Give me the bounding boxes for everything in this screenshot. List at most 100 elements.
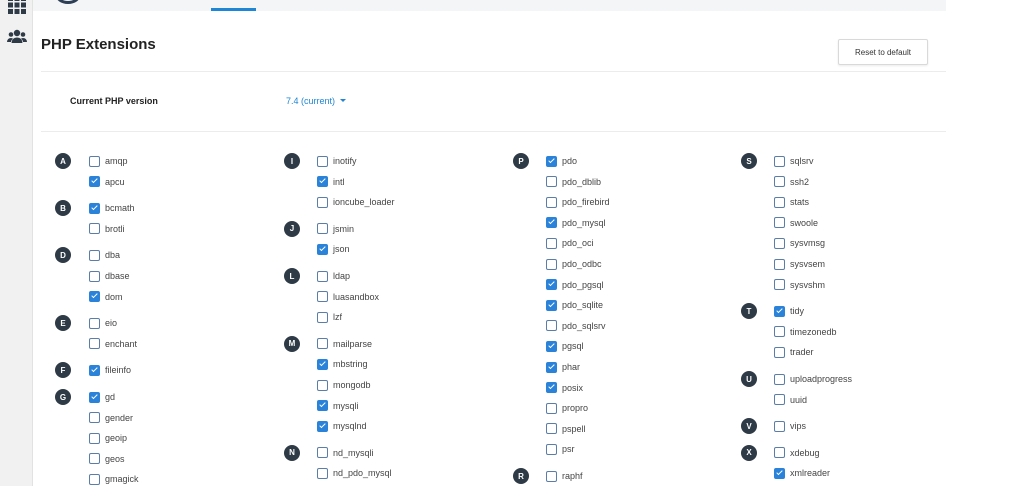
extension-item-intl[interactable]: intl <box>317 175 345 189</box>
extension-item-luasandbox[interactable]: luasandbox <box>317 290 379 304</box>
extension-checkbox[interactable] <box>546 299 557 311</box>
extension-checkbox[interactable] <box>546 470 557 482</box>
extension-checkbox[interactable] <box>546 217 557 229</box>
extension-item-pdo-pgsql[interactable]: pdo_pgsql <box>546 278 604 292</box>
extension-checkbox[interactable] <box>546 423 557 435</box>
extension-item-ldap[interactable]: ldap <box>317 269 350 283</box>
extension-checkbox[interactable] <box>317 223 328 235</box>
extension-item-pdo-sqlsrv[interactable]: pdo_sqlsrv <box>546 319 606 333</box>
extension-checkbox[interactable] <box>89 291 100 303</box>
extension-checkbox[interactable] <box>89 249 100 261</box>
extension-item-gmagick[interactable]: gmagick <box>89 472 139 486</box>
extension-item-mbstring[interactable]: mbstring <box>317 357 368 371</box>
extension-item-ssh2[interactable]: ssh2 <box>774 175 809 189</box>
extension-item-ioncube-loader[interactable]: ioncube_loader <box>317 195 395 209</box>
extension-checkbox[interactable] <box>317 196 328 208</box>
extension-checkbox[interactable] <box>774 237 785 249</box>
extension-item-sysvshm[interactable]: sysvshm <box>774 278 825 292</box>
extension-item-pdo-mysql[interactable]: pdo_mysql <box>546 216 606 230</box>
extension-checkbox[interactable] <box>317 243 328 255</box>
extension-item-geos[interactable]: geos <box>89 452 125 466</box>
extension-item-dbase[interactable]: dbase <box>89 269 130 283</box>
extension-checkbox[interactable] <box>89 317 100 329</box>
extension-item-tidy[interactable]: tidy <box>774 304 804 318</box>
extension-item-posix[interactable]: posix <box>546 381 583 395</box>
extension-item-pspell[interactable]: pspell <box>546 422 586 436</box>
extension-item-dba[interactable]: dba <box>89 248 120 262</box>
extension-item-jsmin[interactable]: jsmin <box>317 222 354 236</box>
extension-checkbox[interactable] <box>89 155 100 167</box>
extension-item-gender[interactable]: gender <box>89 411 133 425</box>
reset-to-default-button[interactable]: Reset to default <box>838 39 928 65</box>
extension-checkbox[interactable] <box>317 447 328 459</box>
extension-checkbox[interactable] <box>774 258 785 270</box>
extension-item-eio[interactable]: eio <box>89 316 117 330</box>
extension-checkbox[interactable] <box>774 467 785 479</box>
extension-item-raphf[interactable]: raphf <box>546 469 583 483</box>
extension-checkbox[interactable] <box>317 467 328 479</box>
extension-item-pdo-sqlite[interactable]: pdo_sqlite <box>546 298 603 312</box>
extension-checkbox[interactable] <box>546 196 557 208</box>
extension-checkbox[interactable] <box>317 155 328 167</box>
extension-item-uuid[interactable]: uuid <box>774 393 807 407</box>
extension-item-psr[interactable]: psr <box>546 442 575 456</box>
extension-checkbox[interactable] <box>317 420 328 432</box>
extension-item-nd-mysqli[interactable]: nd_mysqli <box>317 446 374 460</box>
extension-item-pdo-odbc[interactable]: pdo_odbc <box>546 257 602 271</box>
users-icon[interactable] <box>7 28 27 46</box>
extension-checkbox[interactable] <box>546 340 557 352</box>
extension-checkbox[interactable] <box>317 291 328 303</box>
extension-item-pdo[interactable]: pdo <box>546 154 577 168</box>
extension-checkbox[interactable] <box>546 320 557 332</box>
extension-checkbox[interactable] <box>89 223 100 235</box>
extension-checkbox[interactable] <box>317 400 328 412</box>
extension-checkbox[interactable] <box>546 382 557 394</box>
extension-item-enchant[interactable]: enchant <box>89 337 137 351</box>
extension-item-brotli[interactable]: brotli <box>89 222 125 236</box>
extension-item-propro[interactable]: propro <box>546 401 588 415</box>
extension-item-apcu[interactable]: apcu <box>89 175 125 189</box>
extension-item-pdo-firebird[interactable]: pdo_firebird <box>546 195 610 209</box>
extension-checkbox[interactable] <box>89 364 100 376</box>
extension-checkbox[interactable] <box>317 379 328 391</box>
extension-item-mailparse[interactable]: mailparse <box>317 337 372 351</box>
extension-item-lzf[interactable]: lzf <box>317 310 342 324</box>
php-version-select[interactable]: 7.4 (current) <box>286 96 347 106</box>
extension-item-pdo-dblib[interactable]: pdo_dblib <box>546 175 601 189</box>
extension-checkbox[interactable] <box>546 402 557 414</box>
extension-checkbox[interactable] <box>317 311 328 323</box>
extension-checkbox[interactable] <box>89 391 100 403</box>
extension-checkbox[interactable] <box>89 432 100 444</box>
extension-checkbox[interactable] <box>317 358 328 370</box>
extension-checkbox[interactable] <box>774 394 785 406</box>
extension-item-inotify[interactable]: inotify <box>317 154 357 168</box>
extension-item-bcmath[interactable]: bcmath <box>89 201 135 215</box>
extension-item-pgsql[interactable]: pgsql <box>546 339 584 353</box>
extension-checkbox[interactable] <box>774 373 785 385</box>
extension-item-timezonedb[interactable]: timezonedb <box>774 325 837 339</box>
extension-item-fileinfo[interactable]: fileinfo <box>89 363 131 377</box>
extension-item-sysvsem[interactable]: sysvsem <box>774 257 825 271</box>
extension-item-pdo-oci[interactable]: pdo_oci <box>546 236 594 250</box>
extension-checkbox[interactable] <box>546 155 557 167</box>
extension-checkbox[interactable] <box>774 420 785 432</box>
extension-item-nd-pdo-mysql[interactable]: nd_pdo_mysql <box>317 466 392 480</box>
extension-checkbox[interactable] <box>774 305 785 317</box>
extension-checkbox[interactable] <box>546 237 557 249</box>
extension-item-dom[interactable]: dom <box>89 290 123 304</box>
extension-checkbox[interactable] <box>317 270 328 282</box>
apps-grid-icon[interactable] <box>8 0 26 18</box>
extension-item-swoole[interactable]: swoole <box>774 216 818 230</box>
extension-item-xmlreader[interactable]: xmlreader <box>774 466 830 480</box>
extension-item-mysqlnd[interactable]: mysqlnd <box>317 419 367 433</box>
extension-checkbox[interactable] <box>317 338 328 350</box>
extension-checkbox[interactable] <box>774 447 785 459</box>
extension-item-xdebug[interactable]: xdebug <box>774 446 820 460</box>
extension-checkbox[interactable] <box>89 473 100 485</box>
extension-item-trader[interactable]: trader <box>774 345 814 359</box>
extension-checkbox[interactable] <box>774 346 785 358</box>
extension-item-vips[interactable]: vips <box>774 419 806 433</box>
extension-checkbox[interactable] <box>89 176 100 188</box>
extension-checkbox[interactable] <box>546 443 557 455</box>
extension-checkbox[interactable] <box>546 258 557 270</box>
